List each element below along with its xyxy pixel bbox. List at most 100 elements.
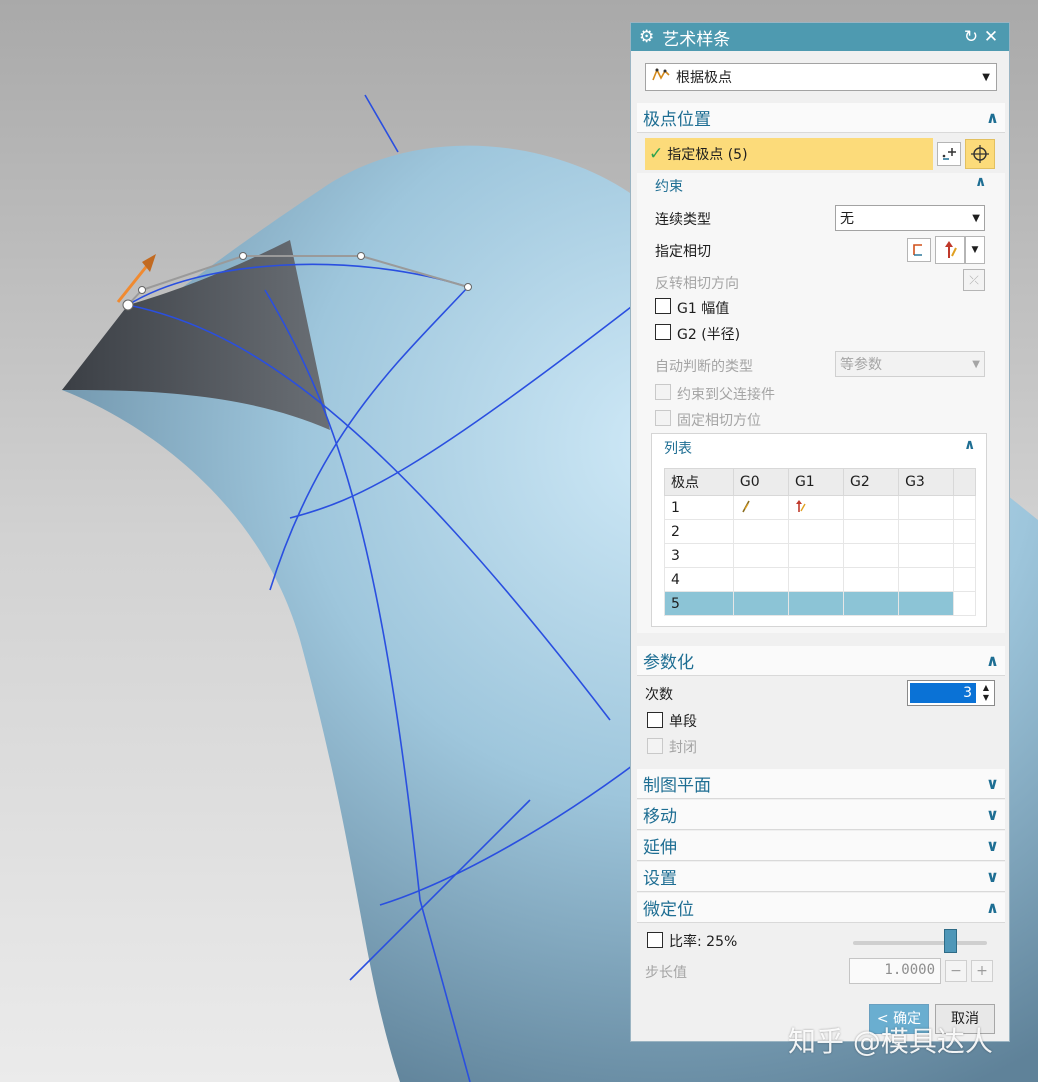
section-title: 移动 [643,807,677,827]
section-title: 参数化 [643,653,694,673]
pole-index: 4 [664,567,734,592]
table-row[interactable]: 1 [664,495,976,520]
dialog-title: 艺术样条 [662,29,731,50]
section-drawing-plane[interactable]: 制图平面 ∨ [637,769,1005,799]
specify-tangent-label: 指定相切 [655,244,711,260]
step-value-field[interactable]: 1.0000 [849,958,941,984]
pole-point[interactable] [239,252,247,260]
pole-index: 2 [664,519,734,544]
step-value-label: 步长值 [645,965,687,981]
plus-icon[interactable]: + [971,960,993,982]
fix-tangent-label: 固定相切方位 [677,413,761,429]
chevron-up-icon[interactable]: ∧ [975,174,986,190]
chevron-down-icon: ▼ [972,358,980,370]
pole-table: 极点 G0 G1 G2 G3 1 2 3 4 5 [664,468,976,616]
chevron-down-icon: ∨ [986,774,999,793]
ratio-label-text: 比率: [669,934,702,950]
chevron-down-icon: ∨ [986,805,999,824]
degree-value[interactable]: 3 [910,683,976,703]
auto-type-select[interactable]: 等参数 ▼ [835,351,985,377]
degree-stepper[interactable]: 3 ▲ ▼ [907,680,995,706]
section-title: 微定位 [643,900,694,920]
section-parameterize[interactable]: 参数化 ∧ [637,646,1005,676]
continuity-type-select[interactable]: 无 ▼ [835,205,985,231]
crosshair-icon[interactable] [965,139,995,169]
g2-radius-label: G2 (半径) [677,327,741,343]
single-segment-checkbox[interactable] [647,712,663,728]
checkmark-icon: ✓ [649,144,664,164]
close-icon[interactable]: ✕ [981,27,1001,47]
section-title: 极点位置 [643,110,711,130]
section-title: 设置 [643,869,677,889]
table-row[interactable]: 2 [664,519,976,544]
fix-tangent-checkbox[interactable] [655,410,671,426]
g0-constraint-icon [732,495,789,520]
pole-index: 1 [664,495,734,520]
chevron-down-icon: ∨ [986,867,999,886]
chevron-down-icon: ∨ [986,836,999,855]
table-row[interactable]: 4 [664,567,976,592]
inferred-vector-icon[interactable] [935,236,965,264]
section-fine-position[interactable]: 微定位 ∧ [637,893,1005,923]
section-pole-position[interactable]: 极点位置 ∧ [637,103,1005,133]
stepper-arrows-icon[interactable]: ▲ ▼ [978,681,994,705]
minus-icon[interactable]: − [945,960,967,982]
g1-amplitude-label: G1 幅值 [677,301,730,317]
chevron-up-icon: ∧ [986,108,999,127]
ratio-slider-track[interactable] [853,941,987,945]
chevron-down-icon: ▼ [982,71,990,83]
closed-checkbox[interactable] [647,738,663,754]
column-header [953,468,976,496]
ratio-checkbox[interactable] [647,932,663,948]
closed-label: 封闭 [669,740,697,756]
pole-point[interactable] [357,252,365,260]
column-header[interactable]: 极点 [664,468,734,496]
specify-pole-row[interactable]: ✓ 指定极点 (5) [645,138,933,170]
g1-constraint-icon [787,495,845,520]
reset-icon[interactable]: ↻ [961,27,981,47]
auto-type-value: 等参数 [840,357,882,373]
chevron-up-icon[interactable]: ∧ [964,437,975,453]
gear-icon: ⚙ [639,27,655,47]
column-header[interactable]: G2 [843,468,900,496]
ratio-value: 25% [706,934,738,950]
continuity-type-value: 无 [840,211,854,227]
g2-radius-checkbox[interactable] [655,324,671,340]
reverse-direction-icon[interactable]: ⤫ [963,269,985,291]
ratio-label: 比率: 25% [669,931,737,951]
constrain-parent-label: 约束到父连接件 [677,387,775,403]
chevron-down-icon: ▼ [972,212,980,224]
pole-point[interactable] [138,286,146,294]
section-title: 制图平面 [643,776,711,796]
art-spline-dialog: ⚙ 艺术样条 ↻ ✕ 根据极点 ▼ 极点位置 ∧ ✓ 指定极点 (5) 约束 ∧… [630,22,1010,1055]
column-header[interactable]: G3 [898,468,955,496]
pole-index: 3 [664,543,734,568]
pole-point[interactable] [464,283,472,291]
table-row[interactable]: 3 [664,543,976,568]
tangent-vector-icon[interactable] [907,238,931,262]
column-header[interactable]: G0 [732,468,789,496]
pole-point[interactable] [122,299,134,311]
ratio-slider-thumb[interactable] [944,929,957,953]
list-title: 列表 [664,441,692,457]
add-pole-icon[interactable] [937,142,961,166]
reverse-tangent-label: 反转相切方向 [655,276,739,292]
table-row-selected[interactable]: 5 [664,591,976,616]
section-settings[interactable]: 设置 ∨ [637,862,1005,892]
pole-list: 列表 ∧ 极点 G0 G1 G2 G3 1 2 3 4 5 [651,433,987,627]
section-extend[interactable]: 延伸 ∨ [637,831,1005,861]
vector-dropdown[interactable]: ▼ [965,236,985,264]
type-select[interactable]: 根据极点 ▼ [645,63,997,91]
chevron-up-icon: ∧ [986,651,999,670]
constraint-title: 约束 [655,179,683,195]
constrain-parent-checkbox[interactable] [655,384,671,400]
column-header[interactable]: G1 [787,468,845,496]
pole-index: 5 [664,591,734,616]
g1-amplitude-checkbox[interactable] [655,298,671,314]
chevron-up-icon: ∧ [986,898,999,917]
section-move[interactable]: 移动 ∨ [637,800,1005,830]
specify-pole-label: 指定极点 (5) [667,147,748,163]
auto-type-label: 自动判断的类型 [655,359,753,375]
single-segment-label: 单段 [669,714,697,730]
watermark: 知乎 @模具达人 [788,1025,993,1058]
